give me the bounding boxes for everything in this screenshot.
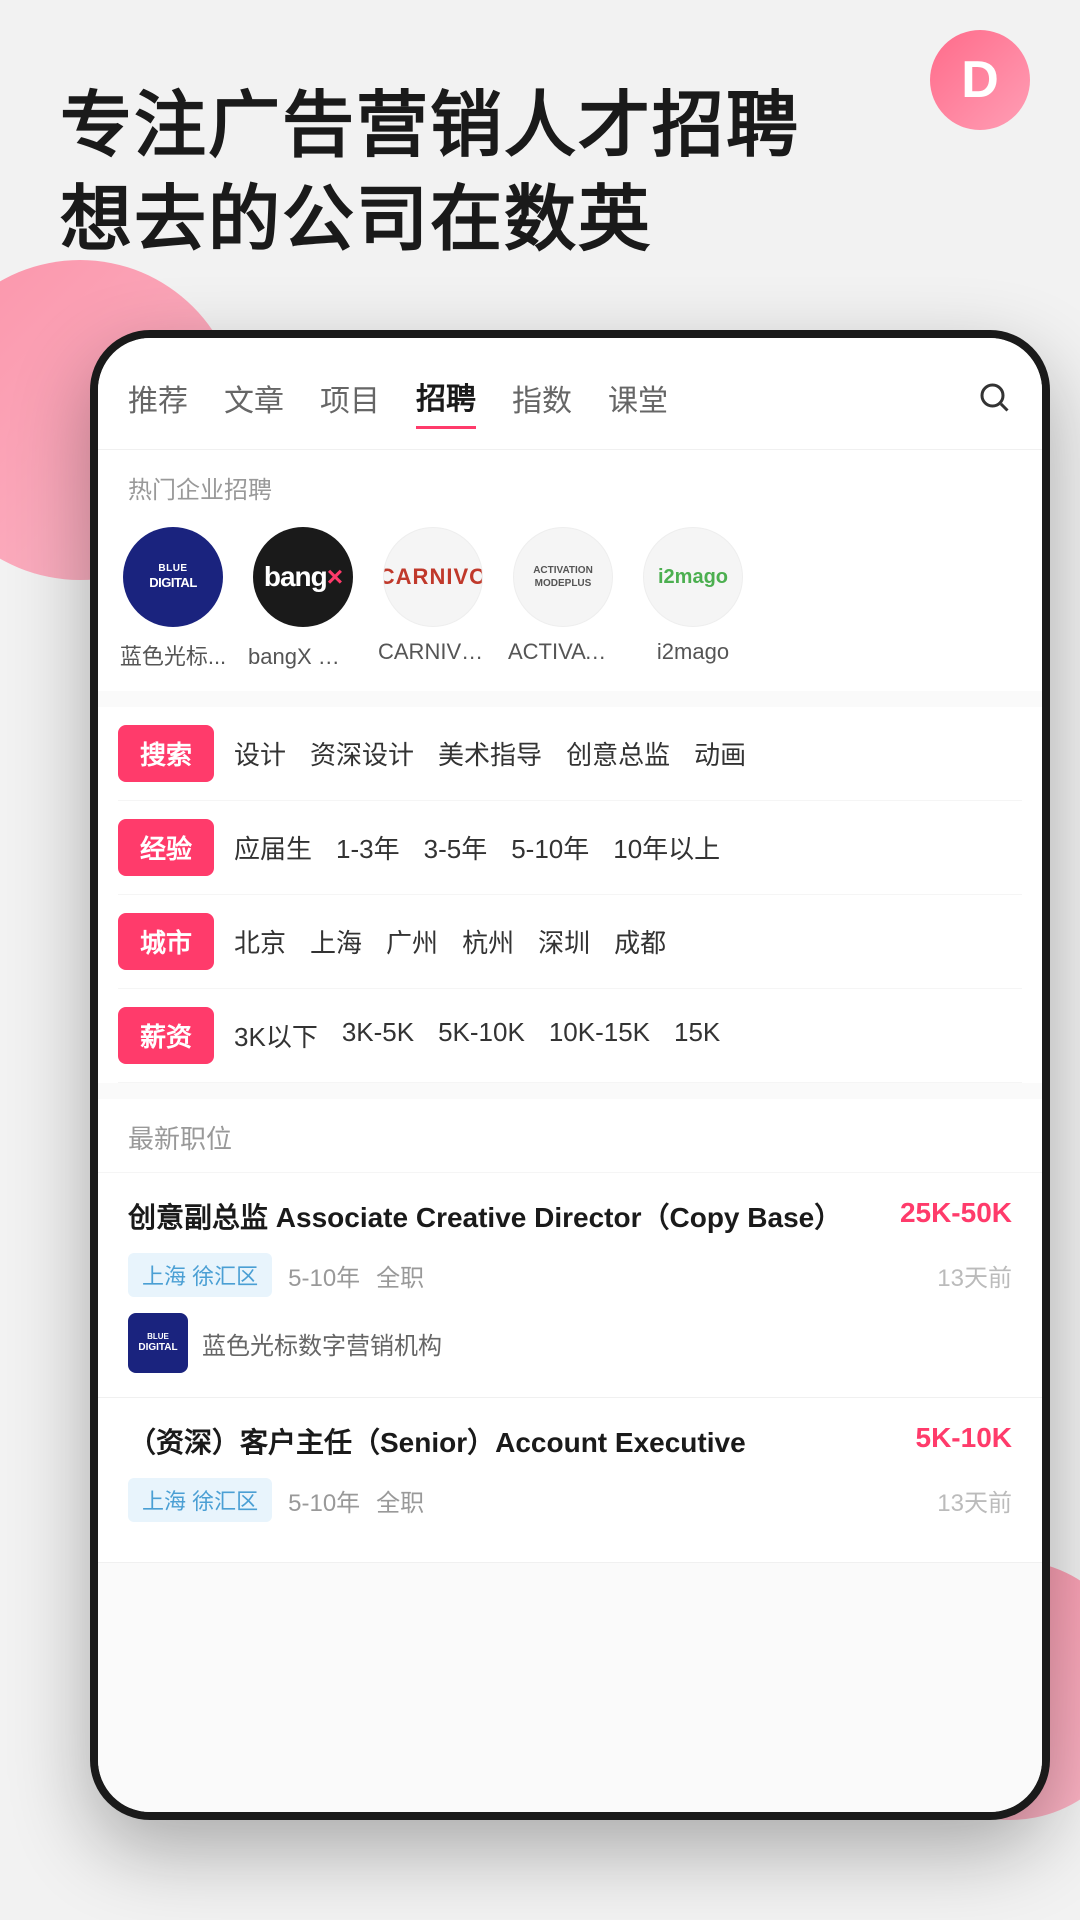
- filter-option[interactable]: 3K以下: [234, 1017, 318, 1054]
- job-card-1[interactable]: 创意副总监 Associate Creative Director（Copy B…: [98, 1173, 1042, 1398]
- job-title-2: （资深）客户主任（Senior）Account Executive: [128, 1422, 904, 1464]
- tab-course[interactable]: 课堂: [608, 376, 668, 428]
- filter-options-city: 北京 上海 广州 杭州 深圳 成都: [234, 923, 666, 960]
- filter-option[interactable]: 3K-5K: [342, 1017, 414, 1054]
- company-logo-bangx: bang×: [253, 527, 353, 627]
- job-type-1: 全职: [376, 1258, 424, 1293]
- filter-row-experience: 经验 应届生 1-3年 3-5年 5-10年 10年以上: [118, 801, 1022, 895]
- tab-index[interactable]: 指数: [512, 376, 572, 428]
- filter-row-city: 城市 北京 上海 广州 杭州 深圳 成都: [118, 895, 1022, 989]
- filter-option[interactable]: 深圳: [538, 923, 590, 960]
- companies-row: BLUE DIGITAL 蓝色光标... bang× bangX 上海: [98, 517, 1042, 691]
- company-imago[interactable]: i2mago i2mago: [638, 527, 748, 665]
- company-name-bangx: bangX 上海: [248, 639, 358, 671]
- tab-recommend[interactable]: 推荐: [128, 376, 188, 428]
- company-bangx[interactable]: bang× bangX 上海: [248, 527, 358, 671]
- content-area: 热门企业招聘 BLUE DIGITAL 蓝色光标... bang×: [98, 450, 1042, 1812]
- companies-section-label: 热门企业招聘: [98, 450, 1042, 517]
- company-name-imago: i2mago: [657, 639, 729, 665]
- job-type-2: 全职: [376, 1483, 424, 1518]
- company-blue-digital[interactable]: BLUE DIGITAL 蓝色光标...: [118, 527, 228, 671]
- job-meta-2: 上海 徐汇区 5-10年 全职 13天前: [128, 1478, 1012, 1522]
- filter-option[interactable]: 上海: [310, 923, 362, 960]
- filter-option[interactable]: 3-5年: [424, 829, 488, 866]
- company-logo-activation: ACTIVATIONMODEPLUS: [513, 527, 613, 627]
- company-carnivo[interactable]: CARNIVO CARNIVO...: [378, 527, 488, 665]
- filter-option[interactable]: 广州: [386, 923, 438, 960]
- filter-option[interactable]: 设计: [234, 735, 286, 772]
- filter-option[interactable]: 资深设计: [310, 735, 414, 772]
- job-title-row-1: 创意副总监 Associate Creative Director（Copy B…: [128, 1197, 1012, 1239]
- company-logo-blue-digital: BLUE DIGITAL: [123, 527, 223, 627]
- company-name-carnivo: CARNIVO...: [378, 639, 488, 665]
- hero-title: 专注广告营销人才招聘 想去的公司在数英: [60, 80, 920, 267]
- job-salary-2: 5K-10K: [916, 1422, 1012, 1454]
- filter-options-salary: 3K以下 3K-5K 5K-10K 10K-15K 15K: [234, 1017, 720, 1054]
- phone-screen: 推荐 文章 项目 招聘 指数 课堂 热门企业招聘: [98, 338, 1042, 1812]
- job-company-name-1: 蓝色光标数字营销机构: [202, 1326, 442, 1361]
- nav-tabs: 推荐 文章 项目 招聘 指数 课堂: [98, 338, 1042, 450]
- filter-option[interactable]: 北京: [234, 923, 286, 960]
- latest-section: 最新职位 创意副总监 Associate Creative Director（C…: [98, 1099, 1042, 1563]
- job-time-1: 13天前: [937, 1258, 1012, 1293]
- filter-tag-salary[interactable]: 薪资: [118, 1007, 214, 1064]
- filter-section: 搜索 设计 资深设计 美术指导 创意总监 动画 经验 应届生 1-3年: [98, 707, 1042, 1083]
- filter-row-search: 搜索 设计 资深设计 美术指导 创意总监 动画: [118, 707, 1022, 801]
- company-logo-imago: i2mago: [643, 527, 743, 627]
- tab-article[interactable]: 文章: [224, 376, 284, 428]
- filter-option[interactable]: 10K-15K: [549, 1017, 650, 1054]
- phone-mockup: 推荐 文章 项目 招聘 指数 课堂 热门企业招聘: [90, 330, 1050, 1820]
- filter-option[interactable]: 成都: [614, 923, 666, 960]
- job-experience-2: 5-10年: [288, 1483, 360, 1518]
- job-company-logo-1: BLUE DIGITAL: [128, 1313, 188, 1373]
- job-title-1: 创意副总监 Associate Creative Director（Copy B…: [128, 1197, 888, 1239]
- filter-tag-city[interactable]: 城市: [118, 913, 214, 970]
- filter-option[interactable]: 10年以上: [613, 829, 720, 866]
- hero-section: 专注广告营销人才招聘 想去的公司在数英: [60, 80, 920, 267]
- app-logo: D: [930, 30, 1030, 130]
- filter-option[interactable]: 杭州: [462, 923, 514, 960]
- company-activation[interactable]: ACTIVATIONMODEPLUS ACTIVATIO...: [508, 527, 618, 665]
- job-title-row-2: （资深）客户主任（Senior）Account Executive 5K-10K: [128, 1422, 1012, 1464]
- job-meta-1: 上海 徐汇区 5-10年 全职 13天前: [128, 1253, 1012, 1297]
- tab-recruit[interactable]: 招聘: [416, 374, 476, 429]
- company-logo-carnivo: CARNIVO: [383, 527, 483, 627]
- filter-option[interactable]: 1-3年: [336, 829, 400, 866]
- filter-row-salary: 薪资 3K以下 3K-5K 5K-10K 10K-15K 15K: [118, 989, 1022, 1083]
- company-name-activation: ACTIVATIO...: [508, 639, 618, 665]
- filter-option[interactable]: 5-10年: [511, 829, 589, 866]
- filter-option[interactable]: 动画: [694, 735, 746, 772]
- filter-option[interactable]: 应届生: [234, 829, 312, 866]
- job-experience-1: 5-10年: [288, 1258, 360, 1293]
- job-salary-1: 25K-50K: [900, 1197, 1012, 1229]
- search-icon[interactable]: [976, 379, 1012, 424]
- job-card-2[interactable]: （资深）客户主任（Senior）Account Executive 5K-10K…: [98, 1398, 1042, 1563]
- company-name-blue-digital: 蓝色光标...: [120, 639, 226, 671]
- filter-option[interactable]: 美术指导: [438, 735, 542, 772]
- tab-project[interactable]: 项目: [320, 376, 380, 428]
- filter-options-experience: 应届生 1-3年 3-5年 5-10年 10年以上: [234, 829, 720, 866]
- job-location-2: 上海 徐汇区: [128, 1478, 272, 1522]
- job-location-1: 上海 徐汇区: [128, 1253, 272, 1297]
- filter-option[interactable]: 5K-10K: [438, 1017, 525, 1054]
- job-time-2: 13天前: [937, 1483, 1012, 1518]
- latest-label: 最新职位: [98, 1099, 1042, 1173]
- job-company-row-1: BLUE DIGITAL 蓝色光标数字营销机构: [128, 1313, 1012, 1373]
- filter-option[interactable]: 创意总监: [566, 735, 670, 772]
- filter-option[interactable]: 15K: [674, 1017, 720, 1054]
- filter-tag-experience[interactable]: 经验: [118, 819, 214, 876]
- filter-options-search: 设计 资深设计 美术指导 创意总监 动画: [234, 735, 746, 772]
- filter-tag-search[interactable]: 搜索: [118, 725, 214, 782]
